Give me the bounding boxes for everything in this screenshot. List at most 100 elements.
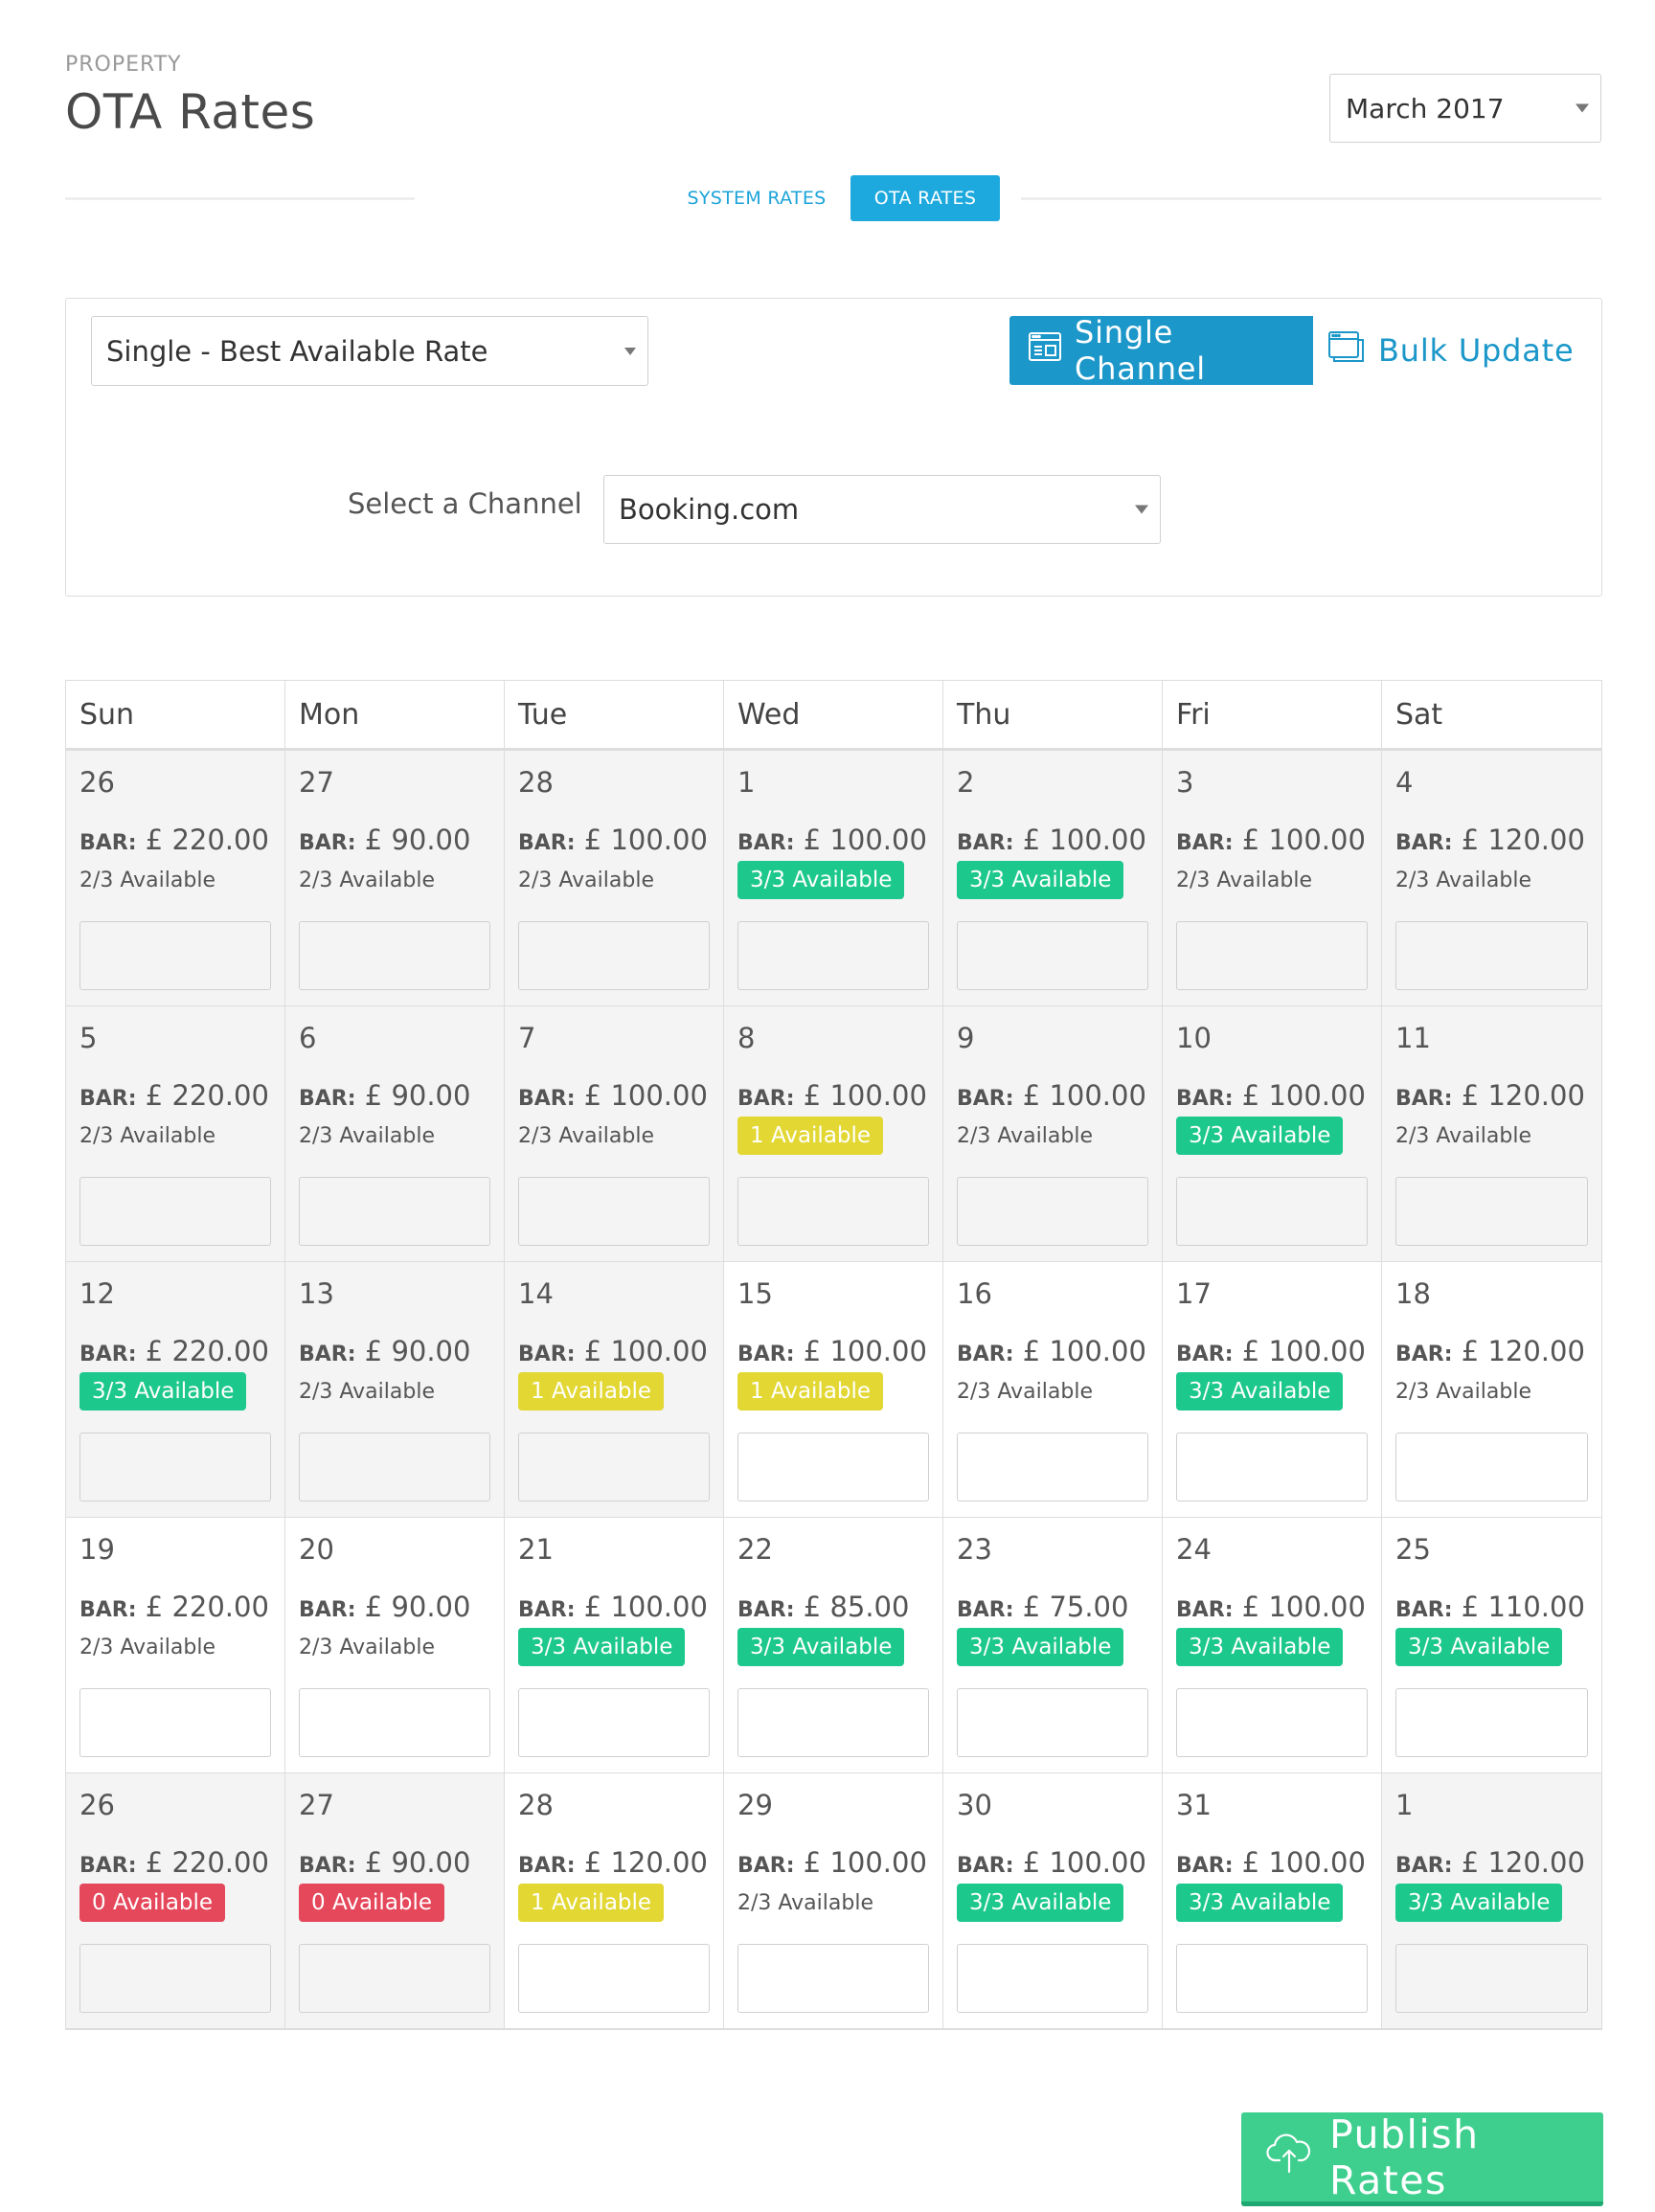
weekday-header: Wed	[724, 681, 943, 748]
day-number: 24	[1176, 1533, 1212, 1566]
calendar-day-cell: 21 BAR: £ 100.00 3/3 Available	[505, 1518, 724, 1773]
rate-input[interactable]	[737, 921, 929, 990]
currency-symbol: £	[1461, 824, 1480, 856]
rate-input[interactable]	[518, 1433, 710, 1501]
bar-label: BAR:	[957, 831, 1014, 855]
rate-input[interactable]	[737, 1177, 929, 1246]
rate-input[interactable]	[79, 921, 271, 990]
rate-input[interactable]	[79, 1688, 271, 1757]
rate-input[interactable]	[79, 1433, 271, 1501]
bulk-update-button[interactable]: Bulk Update	[1328, 316, 1575, 385]
availability-text: 2/3 Available	[737, 1890, 873, 1915]
currency-symbol: £	[145, 1846, 164, 1879]
rate-input[interactable]	[518, 1177, 710, 1246]
bar-rate: BAR: £ 100.00	[737, 1079, 929, 1112]
rate-input[interactable]	[1395, 1688, 1588, 1757]
rate-input[interactable]	[299, 921, 490, 990]
channel-select[interactable]: Booking.com	[603, 475, 1161, 544]
rate-input[interactable]	[518, 1688, 710, 1757]
bar-rate: BAR: £ 120.00	[1395, 824, 1588, 856]
rate-plan-select-value: Single - Best Available Rate	[106, 334, 488, 368]
rate-input[interactable]	[1176, 921, 1368, 990]
tab-ota-rates[interactable]: OTA RATES	[850, 175, 1000, 221]
availability: 3/3 Available	[1395, 1627, 1588, 1667]
rate-input[interactable]	[1176, 1944, 1368, 2013]
rate-input[interactable]	[1395, 1944, 1588, 2013]
availability-badge: 3/3 Available	[957, 1884, 1124, 1922]
bar-rate: BAR: £ 120.00	[1395, 1079, 1588, 1112]
rate-input[interactable]	[737, 1688, 929, 1757]
day-number: 21	[518, 1533, 554, 1566]
availability-badge: 1 Available	[737, 1117, 884, 1155]
tabs-divider-right	[1021, 197, 1601, 200]
rate-input[interactable]	[518, 1944, 710, 2013]
rate-input[interactable]	[299, 1944, 490, 2013]
bar-rate: BAR: £ 100.00	[737, 1846, 929, 1879]
rate-input[interactable]	[957, 1944, 1148, 2013]
calendar-day-cell: 30 BAR: £ 100.00 3/3 Available	[943, 1773, 1163, 2029]
month-select[interactable]: March 2017	[1329, 74, 1601, 143]
rate-input[interactable]	[518, 921, 710, 990]
rate-value: 100.00	[1268, 1846, 1366, 1879]
rate-input[interactable]	[79, 1944, 271, 2013]
currency-symbol: £	[364, 824, 383, 856]
chevron-down-icon	[1576, 103, 1589, 113]
rate-input[interactable]	[79, 1177, 271, 1246]
single-channel-button[interactable]: Single Channel	[1009, 314, 1313, 387]
availability-text: 2/3 Available	[1395, 1379, 1531, 1404]
rate-input[interactable]	[299, 1177, 490, 1246]
rate-input[interactable]	[957, 1688, 1148, 1757]
availability-badge: 0 Available	[299, 1884, 445, 1922]
availability: 0 Available	[299, 1883, 490, 1923]
bar-rate: BAR: £ 100.00	[1176, 1846, 1368, 1879]
bar-label: BAR:	[1395, 1854, 1453, 1878]
rate-input[interactable]	[1395, 1433, 1588, 1501]
rate-input[interactable]	[299, 1688, 490, 1757]
bar-label: BAR:	[957, 1343, 1014, 1366]
rate-input[interactable]	[737, 1944, 929, 2013]
bar-label: BAR:	[957, 1087, 1014, 1111]
rate-input[interactable]	[1395, 921, 1588, 990]
bar-rate: BAR: £ 90.00	[299, 824, 490, 856]
calendar-day-cell: 8 BAR: £ 100.00 1 Available	[724, 1006, 943, 1262]
currency-symbol: £	[803, 1846, 822, 1879]
availability: 1 Available	[737, 1116, 929, 1156]
day-number: 22	[737, 1533, 773, 1566]
availability: 1 Available	[518, 1371, 710, 1411]
rate-input[interactable]	[957, 1177, 1148, 1246]
bar-label: BAR:	[299, 831, 356, 855]
calendar-day-cell: 28 BAR: £ 100.00 2/3 Available	[505, 751, 724, 1006]
publish-rates-button[interactable]: Publish Rates	[1241, 2111, 1603, 2206]
bar-label: BAR:	[737, 1343, 795, 1366]
day-number: 10	[1176, 1022, 1212, 1054]
tab-system-rates[interactable]: SYSTEM RATES	[680, 175, 833, 221]
rate-input[interactable]	[957, 921, 1148, 990]
bar-rate: BAR: £ 110.00	[1395, 1591, 1588, 1623]
rate-value: 90.00	[391, 1335, 471, 1367]
availability-text: 2/3 Available	[518, 1123, 654, 1148]
channel-select-value: Booking.com	[619, 493, 800, 526]
rate-input[interactable]	[1395, 1177, 1588, 1246]
availability-badge: 1 Available	[737, 1372, 884, 1411]
currency-symbol: £	[1241, 1079, 1260, 1112]
rate-value: 220.00	[171, 824, 269, 856]
availability: 3/3 Available	[1176, 1883, 1368, 1923]
calendar-day-cell: 27 BAR: £ 90.00 0 Available	[285, 1773, 505, 2029]
bar-rate: BAR: £ 220.00	[79, 1335, 271, 1367]
rate-input[interactable]	[1176, 1433, 1368, 1501]
rate-value: 100.00	[1268, 1079, 1366, 1112]
day-number: 19	[79, 1533, 115, 1566]
rate-value: 120.00	[1487, 1335, 1585, 1367]
rate-input[interactable]	[299, 1433, 490, 1501]
calendar-header: Sun Mon Tue Wed Thu Fri Sat	[66, 681, 1601, 751]
availability-badge: 3/3 Available	[1395, 1628, 1563, 1666]
rate-input[interactable]	[957, 1433, 1148, 1501]
rate-plan-select[interactable]: Single - Best Available Rate	[91, 316, 648, 386]
availability-text: 2/3 Available	[957, 1123, 1093, 1148]
rate-input[interactable]	[737, 1433, 929, 1501]
rate-input[interactable]	[1176, 1688, 1368, 1757]
calendar-day-cell: 17 BAR: £ 100.00 3/3 Available	[1163, 1262, 1382, 1518]
availability-text: 2/3 Available	[79, 1635, 215, 1659]
rate-controls-panel: Single - Best Available Rate Single Chan…	[65, 298, 1602, 597]
rate-input[interactable]	[1176, 1177, 1368, 1246]
